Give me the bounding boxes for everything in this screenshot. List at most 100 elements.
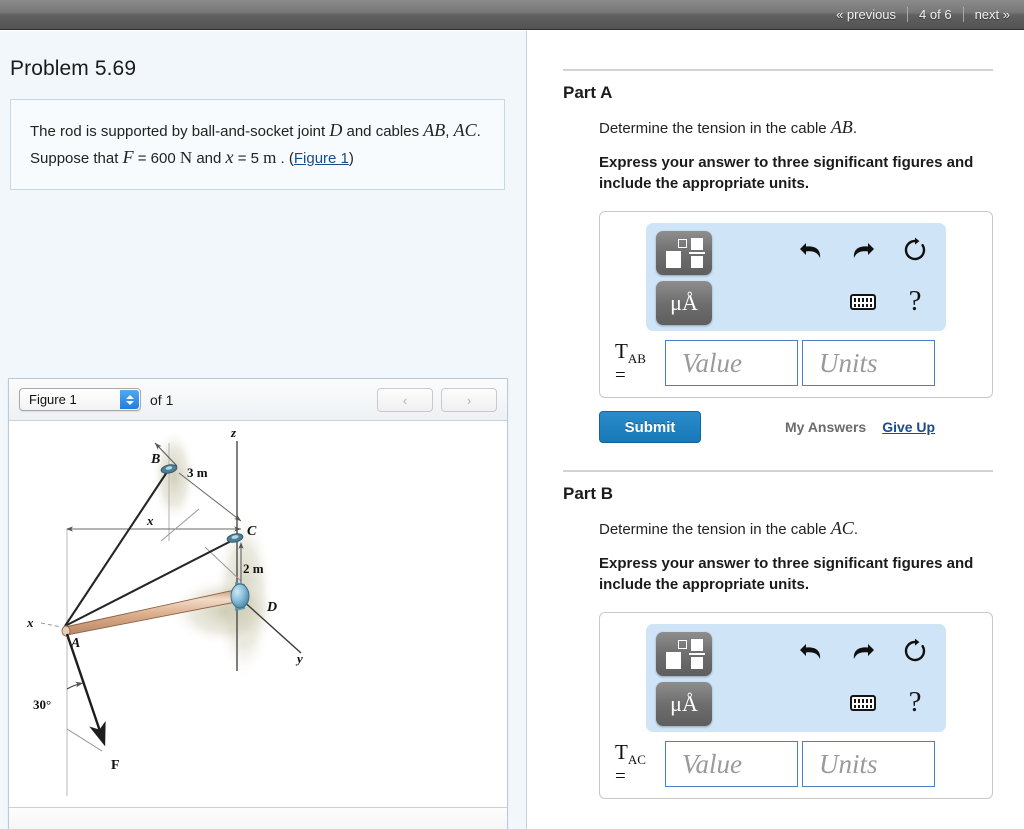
dim-3m-label: 3 m [187,465,208,480]
part-a-question-period: . [852,120,857,137]
nav-divider-1 [907,7,909,22]
part-a-title: Part A [563,83,613,102]
x-value: = 5 [233,149,259,167]
part-a-give-up-link[interactable]: Give Up [882,419,935,435]
figure-select[interactable]: Figure 1 [19,388,141,411]
part-a-cable-symbol: AB [830,117,853,137]
part-a-value-input[interactable]: Value [665,340,798,386]
part-a-submit-button[interactable]: Submit [599,411,701,443]
label-x-left: x [26,615,34,630]
stepper-up-icon [125,394,134,399]
cable-ab-line [64,468,170,627]
figure-nav-buttons: ‹ › [377,388,497,412]
dim-2m-label: 2 m [243,561,264,576]
keyboard-glyph [850,294,876,310]
cable-ab-symbol: AB [423,120,446,140]
part-a-value-placeholder: Value [682,347,742,378]
part-b-cable-symbol: AC [830,518,854,538]
math-template-icon[interactable] [656,231,712,275]
problem-page: « previous 4 of 6 next » Problem 5.69 Th… [0,0,1024,829]
previous-link[interactable]: « previous [836,7,896,22]
statement-part-2: and [342,123,372,140]
top-navigation-bar: « previous 4 of 6 next » [0,0,1024,30]
angle-arc [66,681,84,690]
label-F: F [111,758,120,773]
figure-prev-button[interactable]: ‹ [377,388,433,412]
part-b-units-input[interactable]: Units [802,741,935,787]
template-box-large [666,251,681,268]
part-b-value-input[interactable]: Value [665,741,798,787]
redo-icon[interactable] [846,233,880,267]
part-a-divider [563,69,993,71]
statement-part-5: and [192,149,226,167]
reset-glyph [904,638,926,662]
answer-panel: Part A Determine the tension in the cabl… [528,31,1024,829]
template-glyph [656,231,712,275]
part-a-section: Part A Determine the tension in the cabl… [528,31,1024,443]
y-axis-label: y [295,651,303,666]
part-b-var-base: T [615,739,628,764]
part-b-instructions: Express your answer to three significant… [599,555,974,593]
figure-select-value: Figure 1 [29,392,77,407]
part-a-units-placeholder: Units [819,347,878,378]
part-b-variable-label: TAC = [609,739,665,786]
figure-panel: Figure 1 of 1 ‹ › z 3 m x y 2 m D C B x … [8,378,508,829]
part-b-title: Part B [563,484,614,503]
dim-x-label: x [146,513,154,528]
force-unit: N [179,147,193,167]
undo-glyph [800,644,821,659]
part-b-answer-box: μÅ ? TAC = Value Units [599,612,993,799]
template-numerator [691,238,703,250]
part-a-instructions: Express your answer to three significant… [599,154,974,192]
units-icon[interactable]: μÅ [656,682,712,726]
part-b-section: Part B Determine the tension in the cabl… [528,470,1024,799]
page-title: Problem 5.69 [10,57,137,80]
cable-ac-symbol: AC [453,120,477,140]
statement-part-6: . ( [276,149,294,167]
figure-image-area: z 3 m x y 2 m D C B x A 30° F [9,421,507,808]
force-value: = 600 [133,149,180,167]
stepper-down-icon [125,400,134,405]
part-b-answer-row: TAC = Value Units [609,741,983,787]
part-b-divider [563,470,993,472]
figure-select-stepper[interactable] [120,390,139,409]
units-icon[interactable]: μÅ [656,281,712,325]
force-symbol: F [122,146,134,167]
part-a-actions: Submit My Answers Give Up [599,411,993,443]
template-denominator [691,657,703,669]
template-glyph [656,632,712,676]
figure-1-link[interactable]: Figure 1 [294,150,349,167]
help-icon[interactable]: ? [898,281,932,321]
reset-icon[interactable] [898,233,932,267]
units-icon-label: μÅ [670,290,698,315]
help-icon[interactable]: ? [898,682,932,722]
figure-count-label: of 1 [150,391,174,408]
figure-next-button[interactable]: › [441,388,497,412]
joint-symbol: D [329,120,343,140]
part-a-question: Determine the tension in the cable AB. [599,117,1024,138]
reset-icon[interactable] [898,634,932,668]
x-left-tick [40,622,62,628]
redo-glyph [853,644,874,659]
keyboard-icon[interactable] [846,285,880,319]
statement-part-7: ) [348,149,354,167]
part-a-units-input[interactable]: Units [802,340,935,386]
next-link[interactable]: next » [975,7,1010,22]
nav-divider-2 [962,7,964,22]
undo-icon[interactable] [794,233,828,267]
math-template-icon[interactable] [656,632,712,676]
part-b-math-toolbar: μÅ ? [646,624,946,732]
problem-statement-box: The rod is supported by ball-and-socket … [10,99,505,191]
part-a-answer-box: μÅ ? TAB = Value Units [599,211,993,398]
statement-part-1: The rod is supported by ball-and-socket … [30,123,330,140]
label-D: D [266,600,277,615]
page-counter: 4 of 6 [919,7,952,22]
part-b-var-sub: AC [627,752,646,768]
keyboard-icon[interactable] [846,686,880,720]
part-a-my-answers-link[interactable]: My Answers [785,419,866,435]
redo-icon[interactable] [846,634,880,668]
template-denominator [691,256,703,268]
part-b-value-placeholder: Value [682,748,742,779]
units-icon-label: μÅ [670,691,698,716]
undo-icon[interactable] [794,634,828,668]
